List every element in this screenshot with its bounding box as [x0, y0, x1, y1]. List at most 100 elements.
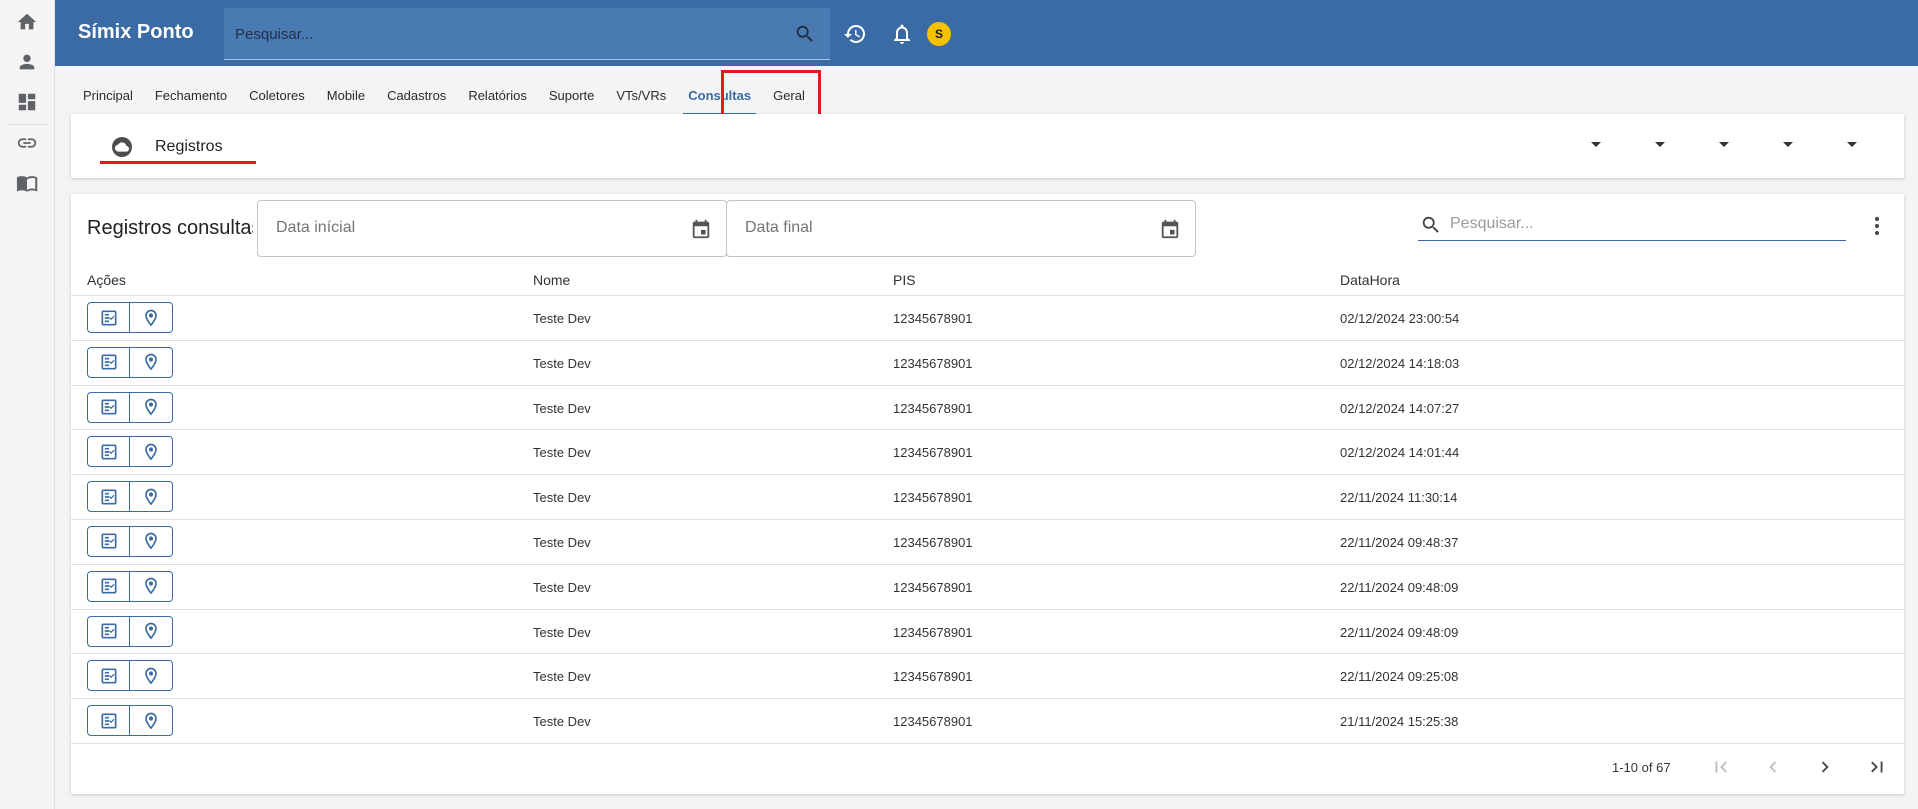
- end-date-input[interactable]: [745, 219, 1125, 237]
- link-icon[interactable]: [13, 129, 41, 157]
- location-button[interactable]: [130, 391, 173, 423]
- start-date-input[interactable]: [276, 219, 656, 237]
- details-button[interactable]: [87, 660, 130, 692]
- table-search-input[interactable]: [1450, 215, 1830, 233]
- cell-datetime: 22/11/2024 09:25:08: [1340, 669, 1459, 685]
- cell-datetime: 02/12/2024 23:00:54: [1340, 311, 1460, 326]
- person-icon[interactable]: [13, 48, 41, 76]
- dropdown-arrow-1[interactable]: [1591, 142, 1601, 147]
- location-pin-icon: [145, 622, 157, 640]
- cell-pis: 12345678901: [893, 714, 973, 730]
- row-actions: [87, 615, 173, 647]
- row-actions: [87, 660, 173, 692]
- details-button[interactable]: [87, 436, 130, 468]
- dropdown-arrow-4[interactable]: [1783, 142, 1793, 147]
- global-search-input[interactable]: [235, 22, 775, 46]
- table-row: Teste Dev 12345678901 02/12/2024 14:07:27: [71, 386, 1904, 431]
- header-datetime[interactable]: DataHora: [1340, 272, 1400, 288]
- table-row: Teste Dev 12345678901 22/11/2024 09:48:37: [71, 520, 1904, 565]
- header-name[interactable]: Nome: [533, 272, 570, 288]
- end-date-field[interactable]: [726, 200, 1196, 257]
- row-actions: [87, 346, 173, 378]
- bell-icon[interactable]: [889, 21, 915, 47]
- app-title: Símix Ponto: [78, 21, 194, 43]
- cell-datetime: 22/11/2024 11:30:14: [1340, 490, 1458, 506]
- location-button[interactable]: [130, 346, 173, 378]
- row-actions: [87, 525, 173, 557]
- history-icon[interactable]: [842, 21, 868, 47]
- subtab-label: Registros: [155, 138, 223, 155]
- details-button[interactable]: [87, 525, 130, 557]
- cell-name: Teste Dev: [533, 624, 591, 640]
- home-icon[interactable]: [13, 8, 41, 36]
- next-page-icon[interactable]: [1812, 754, 1838, 780]
- location-button[interactable]: [130, 436, 173, 468]
- first-page-icon[interactable]: [1708, 754, 1734, 780]
- more-vert-icon[interactable]: [1867, 214, 1887, 238]
- cell-pis: 12345678901: [893, 445, 973, 461]
- location-button[interactable]: [130, 481, 173, 513]
- details-button[interactable]: [87, 481, 130, 513]
- details-button[interactable]: [87, 346, 130, 378]
- tab-vts-vrs[interactable]: VTs/VRs: [605, 75, 677, 115]
- subtab-registros[interactable]: Registros: [112, 136, 223, 158]
- cell-name: Teste Dev: [533, 534, 591, 550]
- tab-mobile[interactable]: Mobile: [316, 75, 376, 115]
- table-row: Teste Dev 12345678901 21/11/2024 15:25:38: [71, 699, 1904, 744]
- tab-cadastros[interactable]: Cadastros: [376, 75, 457, 115]
- location-pin-icon: [145, 488, 157, 506]
- location-button[interactable]: [130, 660, 173, 692]
- checklist-icon: [101, 578, 116, 594]
- header-pis[interactable]: PIS: [893, 272, 916, 288]
- row-actions: [87, 481, 173, 513]
- sub-nav-card: Registros: [71, 114, 1904, 178]
- location-button[interactable]: [130, 525, 173, 557]
- main-nav: Principal Fechamento Coletores Mobile Ca…: [72, 70, 816, 120]
- location-pin-icon: [145, 712, 157, 730]
- user-avatar[interactable]: S: [927, 22, 951, 46]
- checklist-icon: [101, 623, 116, 639]
- location-button[interactable]: [130, 705, 173, 737]
- details-button[interactable]: [87, 615, 130, 647]
- book-icon[interactable]: [13, 169, 41, 197]
- global-search[interactable]: [224, 8, 830, 60]
- cell-pis: 12345678901: [893, 669, 973, 685]
- start-date-field[interactable]: [257, 200, 727, 257]
- tab-fechamento[interactable]: Fechamento: [144, 75, 238, 115]
- checklist-icon: [101, 354, 116, 370]
- calendar-icon[interactable]: [690, 218, 712, 240]
- dropdown-arrow-5[interactable]: [1847, 142, 1857, 147]
- dashboard-icon[interactable]: [13, 88, 41, 116]
- tab-coletores[interactable]: Coletores: [238, 75, 316, 115]
- search-icon[interactable]: [794, 23, 816, 45]
- tab-suporte[interactable]: Suporte: [538, 75, 606, 115]
- details-button[interactable]: [87, 705, 130, 737]
- pagination: 1-10 of 67: [71, 746, 1904, 786]
- dropdown-arrow-2[interactable]: [1655, 142, 1665, 147]
- details-button[interactable]: [87, 302, 130, 333]
- location-button[interactable]: [130, 302, 173, 333]
- details-button[interactable]: [87, 570, 130, 602]
- cell-datetime: 02/12/2024 14:01:44: [1340, 445, 1460, 461]
- table-search[interactable]: [1418, 211, 1846, 241]
- tab-geral[interactable]: Geral: [762, 75, 816, 115]
- row-actions: [87, 302, 173, 333]
- calendar-icon[interactable]: [1159, 218, 1181, 240]
- cell-datetime: 22/11/2024 09:48:37: [1340, 534, 1459, 550]
- dropdown-arrow-3[interactable]: [1719, 142, 1729, 147]
- table-body: Teste Dev 12345678901 02/12/2024 23:00:54 T…: [71, 296, 1904, 744]
- tab-principal[interactable]: Principal: [72, 75, 144, 115]
- last-page-icon[interactable]: [1864, 754, 1890, 780]
- checklist-icon: [101, 444, 116, 460]
- cell-name: Teste Dev: [533, 669, 591, 685]
- checklist-icon: [101, 533, 116, 549]
- location-button[interactable]: [130, 570, 173, 602]
- tab-consultas[interactable]: Consultas: [677, 75, 762, 115]
- prev-page-icon[interactable]: [1760, 754, 1786, 780]
- row-actions: [87, 391, 173, 423]
- cell-pis: 12345678901: [893, 579, 973, 595]
- details-button[interactable]: [87, 391, 130, 423]
- tab-relatorios[interactable]: Relatórios: [457, 75, 538, 115]
- checklist-icon: [101, 489, 116, 505]
- location-button[interactable]: [130, 615, 173, 647]
